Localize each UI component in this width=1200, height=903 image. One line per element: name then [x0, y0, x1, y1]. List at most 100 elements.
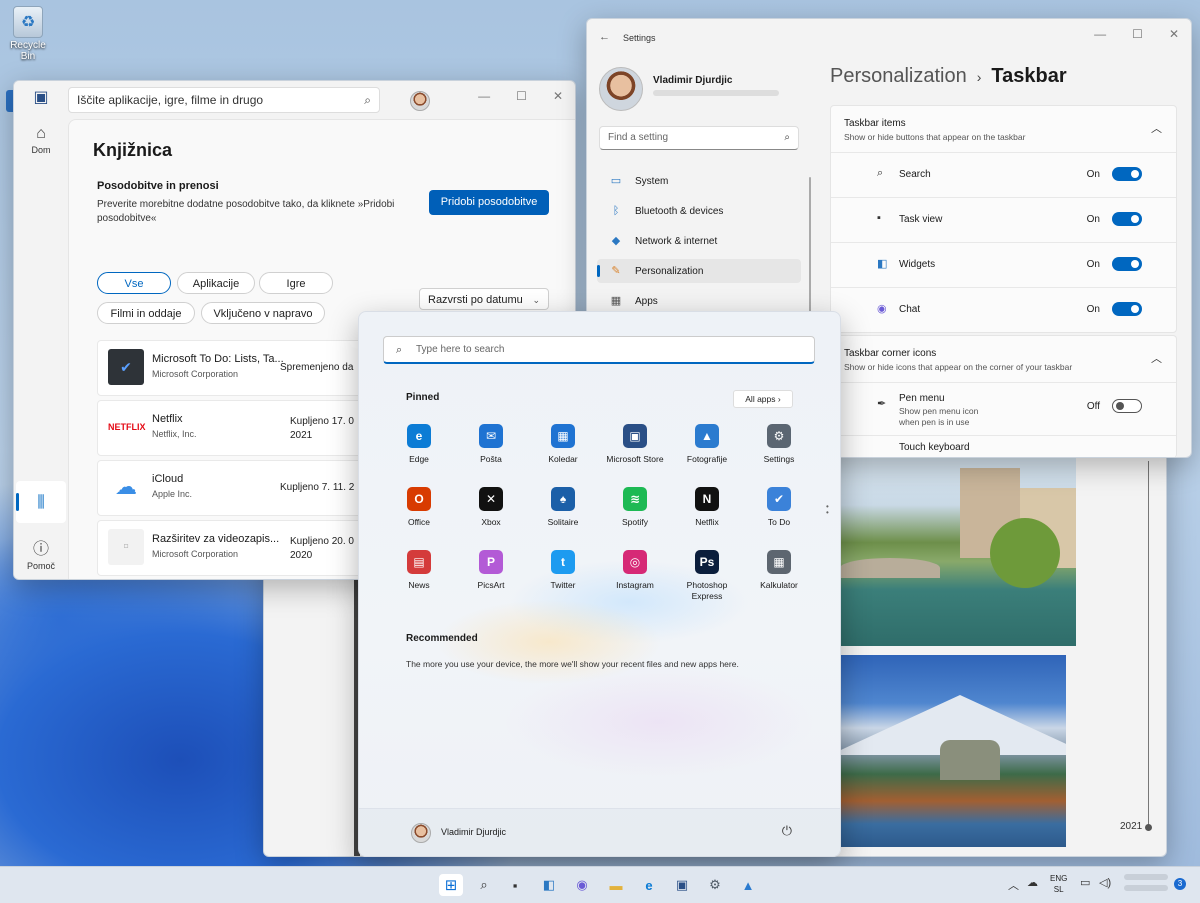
photo-bled[interactable] [840, 655, 1066, 847]
clock-date-redacted[interactable] [1124, 885, 1168, 891]
settings-icon[interactable]: ⚙ [703, 874, 727, 896]
user-email-redacted [653, 90, 779, 96]
pinned-app[interactable]: Ps Photoshop Express [671, 550, 743, 602]
taskbar-items-section: Taskbar items Show or hide buttons that … [830, 105, 1177, 333]
minimize-button[interactable]: — [478, 89, 490, 103]
pinned-app[interactable]: ≋ Spotify [599, 487, 671, 528]
filter-all[interactable]: Vse [97, 272, 171, 294]
network-icon[interactable]: ▭ [1080, 876, 1090, 889]
start-menu: ⌕ Type here to search Pinned All apps › … [358, 311, 841, 857]
nav-scrollbar[interactable] [809, 177, 811, 317]
photo-ljubljana[interactable] [840, 458, 1076, 646]
page-dots[interactable]: • • [826, 503, 829, 517]
corner-icons-header[interactable]: Taskbar corner icons Show or hide icons … [831, 336, 1176, 383]
nav-item-bluetooth[interactable]: ᛒ Bluetooth & devices [597, 199, 801, 223]
pinned-app[interactable]: e Edge [383, 424, 455, 465]
power-icon[interactable]: ⏻ [782, 823, 792, 839]
breadcrumb-parent[interactable]: Personalization [830, 65, 967, 87]
store-icon[interactable]: ▣ [670, 874, 694, 896]
sidebar-item-help[interactable]: ⓘ Pomoč [14, 535, 68, 571]
search-toggle[interactable] [1112, 167, 1142, 181]
store-avatar[interactable] [410, 91, 430, 111]
minimize-button[interactable]: — [1094, 27, 1106, 41]
recommended-heading: Recommended [406, 633, 478, 644]
nav-item-system[interactable]: ▭ System [597, 169, 801, 193]
pinned-app[interactable]: ▲ Fotografije [671, 424, 743, 465]
monitor-icon: ▭ [610, 175, 622, 187]
pinned-app[interactable]: ▦ Koledar [527, 424, 599, 465]
start-user-name[interactable]: Vladimir Djurdjic [441, 827, 506, 837]
app-tile-icon: t [551, 550, 575, 574]
language-indicator[interactable]: ENG SL [1050, 873, 1067, 895]
user-avatar[interactable] [599, 67, 643, 111]
search-icon: ⌕ [784, 132, 790, 143]
pinned-app[interactable]: ▦ Kalkulator [743, 550, 815, 591]
widgets-toggle[interactable] [1112, 257, 1142, 271]
notification-badge[interactable]: 3 [1174, 878, 1186, 890]
pen-menu-toggle[interactable] [1112, 399, 1142, 413]
back-arrow-icon[interactable]: ← [599, 31, 610, 43]
filter-apps[interactable]: Aplikacije [177, 272, 255, 294]
nav-item-personalization[interactable]: ✎ Personalization [597, 259, 801, 283]
setting-row-task-view: ▪ Task view On [831, 198, 1176, 243]
maximize-button[interactable]: ☐ [1132, 27, 1143, 41]
app-tile-icon: ▦ [767, 550, 791, 574]
pinned-app[interactable]: ◎ Instagram [599, 550, 671, 591]
widgets-icon[interactable]: ◧ [537, 874, 561, 896]
edge-icon[interactable]: e [637, 874, 661, 896]
pinned-app[interactable]: O Office [383, 487, 455, 528]
task-view-icon[interactable]: ▪ [503, 874, 527, 896]
pinned-app[interactable]: ▣ Microsoft Store [599, 424, 671, 465]
sidebar-item-home[interactable]: ⌂ Dom [14, 125, 68, 155]
app-label: Solitaire [547, 517, 579, 527]
app-tile-icon: e [407, 424, 431, 448]
pinned-app[interactable]: ✉ Pošta [455, 424, 527, 465]
store-search-input[interactable]: Iščite aplikacije, igre, filme in drugo … [68, 87, 380, 113]
start-user-avatar[interactable] [411, 823, 431, 843]
pinned-app[interactable]: ▤ News [383, 550, 455, 591]
pinned-app[interactable]: N Netflix [671, 487, 743, 528]
sort-dropdown[interactable]: Razvrsti po datumu ⌄ [419, 288, 549, 310]
app-label: Photoshop Express [686, 580, 728, 601]
start-search-input[interactable]: ⌕ Type here to search [383, 336, 815, 364]
pinned-app[interactable]: ✕ Xbox [455, 487, 527, 528]
chat-icon[interactable]: ◉ [570, 874, 594, 896]
volume-icon[interactable]: ◁) [1099, 876, 1111, 889]
chevron-up-icon[interactable]: ︿ [1151, 350, 1162, 366]
chevron-up-icon[interactable]: ︿ [1008, 877, 1019, 893]
setting-row-chat: ◉ Chat On [831, 288, 1176, 332]
photos-icon[interactable]: ▲ [736, 874, 760, 896]
filter-games[interactable]: Igre [259, 272, 333, 294]
filter-included[interactable]: Vključeno v napravo [201, 302, 325, 324]
filter-movies[interactable]: Filmi in oddaje [97, 302, 195, 324]
all-apps-label: All apps [745, 394, 776, 404]
pinned-app[interactable]: ✔ To Do [743, 487, 815, 528]
get-updates-button[interactable]: Pridobi posodobitve [429, 190, 549, 215]
nav-item-apps[interactable]: ▦ Apps [597, 289, 801, 313]
pinned-app[interactable]: ♠ Solitaire [527, 487, 599, 528]
taskbar-items-header[interactable]: Taskbar items Show or hide buttons that … [831, 106, 1176, 153]
close-button[interactable]: ✕ [553, 89, 563, 103]
pinned-app[interactable]: ⚙ Settings [743, 424, 815, 465]
all-apps-button[interactable]: All apps › [733, 390, 793, 408]
timeline-dot[interactable] [1145, 824, 1152, 831]
desktop-icon-recycle-bin[interactable]: ♻ Recycle Bin [6, 6, 50, 62]
task-view-toggle[interactable] [1112, 212, 1142, 226]
file-explorer-icon[interactable]: ▬ [604, 874, 628, 896]
clock-time-redacted[interactable] [1124, 874, 1168, 880]
app-label: Office [407, 517, 431, 527]
onedrive-icon[interactable]: ☁ [1027, 876, 1038, 889]
taskbar-search-icon[interactable]: ⌕ [472, 874, 496, 896]
pinned-app[interactable]: P PicsArt [455, 550, 527, 591]
maximize-button[interactable]: ☐ [516, 89, 527, 103]
chevron-up-icon[interactable]: ︿ [1151, 120, 1162, 136]
close-button[interactable]: ✕ [1169, 27, 1179, 41]
start-button[interactable]: ⊞ [439, 874, 463, 896]
store-window-controls: — ☐ ✕ [478, 89, 563, 103]
find-setting-input[interactable]: Find a setting ⌕ [599, 126, 799, 150]
app-name: Netflix [152, 413, 183, 425]
lang-line2: SL [1053, 885, 1064, 894]
nav-item-network[interactable]: ◆ Network & internet [597, 229, 801, 253]
chat-toggle[interactable] [1112, 302, 1142, 316]
pinned-app[interactable]: t Twitter [527, 550, 599, 591]
